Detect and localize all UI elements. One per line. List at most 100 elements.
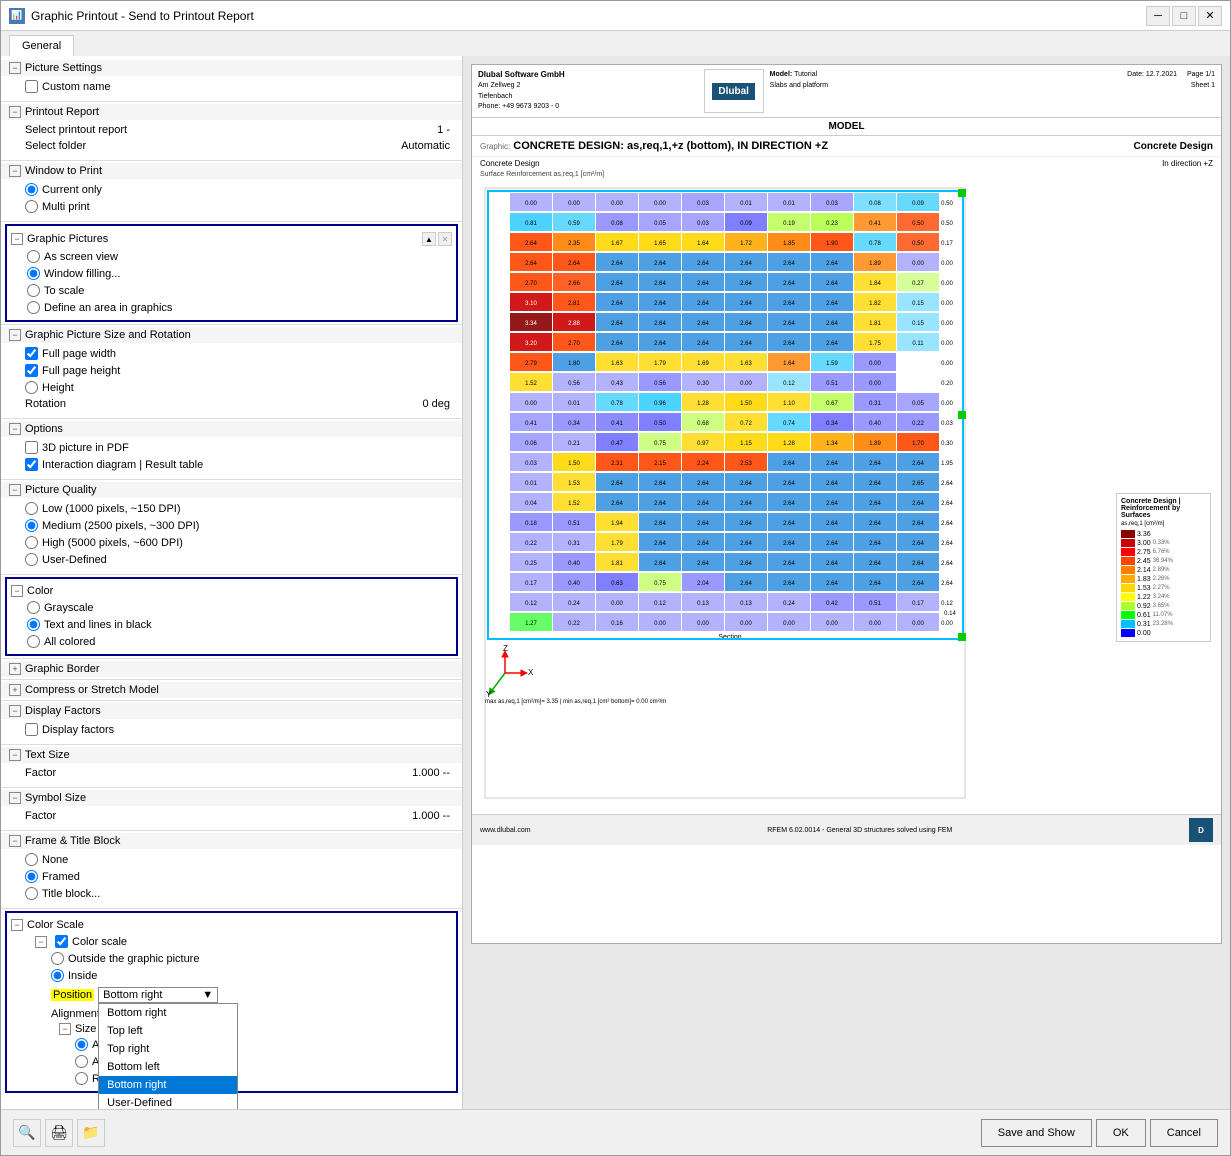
window-filling-radio[interactable] — [27, 267, 40, 280]
multi-print-radio[interactable] — [25, 200, 38, 213]
svg-text:2.64: 2.64 — [826, 321, 838, 327]
low-dpi-radio[interactable] — [25, 502, 38, 515]
section-graphic-size[interactable]: − Graphic Picture Size and Rotation — [1, 327, 462, 343]
picture-quality-content: Low (1000 pixels, ~150 DPI) Medium (2500… — [1, 498, 462, 572]
close-button[interactable]: ✕ — [1198, 6, 1222, 26]
auto-size-radio[interactable] — [75, 1038, 88, 1051]
toggle-graphic-pictures[interactable]: − — [11, 233, 23, 245]
toggle-compress-stretch[interactable]: + — [9, 684, 21, 696]
toggle-window-to-print[interactable]: − — [9, 165, 21, 177]
section-display-factors[interactable]: − Display Factors — [1, 703, 462, 719]
title-block-radio[interactable] — [25, 887, 38, 900]
toggle-size[interactable]: − — [59, 1023, 71, 1035]
svg-text:2.65: 2.65 — [912, 481, 924, 487]
height-radio[interactable] — [25, 381, 38, 394]
dropdown-item-user-defined[interactable]: User-Defined — [99, 1094, 237, 1109]
toggle-options[interactable]: − — [9, 423, 21, 435]
legend-color-0 — [1121, 530, 1135, 538]
surface-label: Surface Reinforcement as,req,1 [cm²/m] — [472, 170, 1221, 179]
as-screen-view-radio[interactable] — [27, 250, 40, 263]
section-picture-settings[interactable]: − Picture Settings — [1, 60, 462, 76]
company-address: Am Zellweg 2 — [478, 81, 698, 92]
none-radio[interactable] — [25, 853, 38, 866]
legend-item-10: 0.31 23.28% — [1121, 620, 1206, 628]
toggle-picture-quality[interactable]: − — [9, 484, 21, 496]
framed-radio[interactable] — [25, 870, 38, 883]
cancel-button[interactable]: Cancel — [1150, 1119, 1218, 1147]
to-scale-radio[interactable] — [27, 284, 40, 297]
toggle-frame-title[interactable]: − — [9, 835, 21, 847]
color-scale-checkbox[interactable] — [55, 935, 68, 948]
absolute-size-radio[interactable] — [75, 1055, 88, 1068]
tab-general[interactable]: General — [9, 35, 74, 56]
user-defined-radio[interactable] — [25, 553, 38, 566]
dropdown-item-bottom-right-1[interactable]: Bottom right — [99, 1004, 237, 1022]
dropdown-item-bottom-right-selected[interactable]: Bottom right — [99, 1076, 237, 1094]
svg-text:2.88: 2.88 — [568, 321, 580, 327]
ok-button[interactable]: OK — [1096, 1119, 1146, 1147]
section-frame-title[interactable]: − Frame & Title Block — [1, 833, 462, 849]
full-page-height-checkbox[interactable] — [25, 364, 38, 377]
section-graphic-pictures[interactable]: − Graphic Pictures ▲ ✕ — [11, 230, 452, 248]
inside-radio[interactable] — [51, 969, 64, 982]
toggle-text-size[interactable]: − — [9, 749, 21, 761]
scroll-up-btn[interactable]: ▲ — [422, 232, 436, 246]
3d-pdf-row: 3D picture in PDF — [25, 439, 454, 456]
relative-size-radio[interactable] — [75, 1072, 88, 1085]
section-color[interactable]: − Color — [11, 583, 452, 599]
toggle-graphic-size[interactable]: − — [9, 329, 21, 341]
toggle-printout-report[interactable]: − — [9, 106, 21, 118]
high-dpi-radio[interactable] — [25, 536, 38, 549]
display-factors-checkbox[interactable] — [25, 723, 38, 736]
page-label: Page — [1187, 71, 1203, 78]
svg-text:2.64: 2.64 — [697, 281, 709, 287]
scroll-down-btn[interactable]: ✕ — [438, 232, 452, 246]
print-tool-button[interactable]: 🖨 — [45, 1119, 73, 1147]
picture-settings-content: Custom name — [1, 76, 462, 99]
interaction-checkbox[interactable] — [25, 458, 38, 471]
search-tool-button[interactable]: 🔍 — [13, 1119, 41, 1147]
toggle-graphic-border[interactable]: + — [9, 663, 21, 675]
section-color-scale[interactable]: − Color Scale — [11, 917, 452, 933]
medium-dpi-radio[interactable] — [25, 519, 38, 532]
section-graphic-border[interactable]: + Graphic Border — [1, 661, 462, 677]
svg-text:2.64: 2.64 — [783, 341, 795, 347]
grayscale-radio[interactable] — [27, 601, 40, 614]
3d-pdf-checkbox[interactable] — [25, 441, 38, 454]
svg-text:2.64: 2.64 — [611, 481, 623, 487]
section-window-to-print[interactable]: − Window to Print — [1, 163, 462, 179]
section-text-size[interactable]: − Text Size — [1, 747, 462, 763]
section-picture-quality[interactable]: − Picture Quality — [1, 482, 462, 498]
save-show-button[interactable]: Save and Show — [981, 1119, 1092, 1147]
folder-tool-button[interactable]: 📁 — [77, 1119, 105, 1147]
dropdown-item-bottom-left[interactable]: Bottom left — [99, 1058, 237, 1076]
section-options[interactable]: − Options — [1, 421, 462, 437]
toggle-display-factors[interactable]: − — [9, 705, 21, 717]
full-page-width-checkbox[interactable] — [25, 347, 38, 360]
select-folder-row: Select folder Automatic — [25, 138, 454, 154]
user-defined-row: User-Defined — [25, 551, 454, 568]
position-dropdown[interactable]: Bottom right ▼ — [98, 987, 218, 1003]
maximize-button[interactable]: □ — [1172, 6, 1196, 26]
dropdown-item-top-left[interactable]: Top left — [99, 1022, 237, 1040]
minimize-button[interactable]: ─ — [1146, 6, 1170, 26]
section-symbol-size[interactable]: − Symbol Size — [1, 790, 462, 806]
outside-graphic-radio[interactable] — [51, 952, 64, 965]
section-printout-report[interactable]: − Printout Report — [1, 104, 462, 120]
toggle-picture-settings[interactable]: − — [9, 62, 21, 74]
current-only-radio[interactable] — [25, 183, 38, 196]
sub-label: Concrete Design — [480, 159, 540, 168]
all-colored-radio[interactable] — [27, 635, 40, 648]
options-label: Options — [25, 423, 63, 435]
color-scale-sub-toggle[interactable]: − — [35, 936, 47, 948]
section-compress-stretch[interactable]: + Compress or Stretch Model — [1, 682, 462, 698]
text-lines-black-radio[interactable] — [27, 618, 40, 631]
custom-name-checkbox[interactable] — [25, 80, 38, 93]
legend-pct-1: 0.33% — [1153, 540, 1170, 546]
dropdown-item-top-right[interactable]: Top right — [99, 1040, 237, 1058]
toggle-symbol-size[interactable]: − — [9, 792, 21, 804]
svg-text:0.05: 0.05 — [654, 221, 666, 227]
toggle-color[interactable]: − — [11, 585, 23, 597]
toggle-color-scale[interactable]: − — [11, 919, 23, 931]
define-area-radio[interactable] — [27, 301, 40, 314]
